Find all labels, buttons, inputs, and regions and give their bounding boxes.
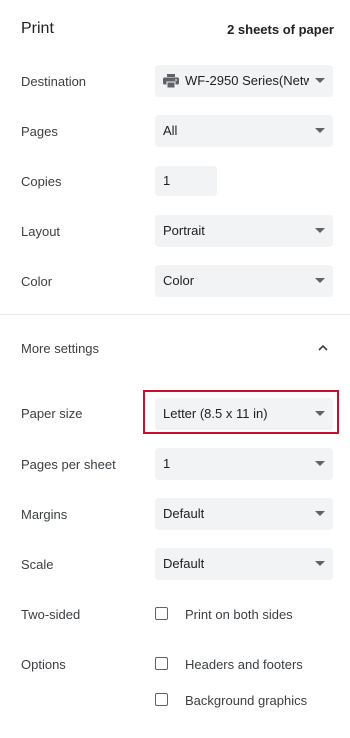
two-sided-label: Two-sided xyxy=(21,607,81,622)
margins-value: Default xyxy=(163,506,205,521)
options-label: Options xyxy=(21,657,66,672)
pages-per-sheet-value: 1 xyxy=(163,456,171,471)
scale-label: Scale xyxy=(21,557,54,572)
layout-label: Layout xyxy=(21,224,61,239)
destination-label: Destination xyxy=(21,74,87,89)
pages-select[interactable]: All xyxy=(155,115,333,147)
page-title: Print xyxy=(21,20,54,37)
chevron-down-icon xyxy=(315,461,325,466)
paper-size-label: Paper size xyxy=(21,406,83,421)
chevron-down-icon xyxy=(315,78,325,83)
copies-label: Copies xyxy=(21,174,62,189)
section-divider xyxy=(0,314,350,315)
paper-size-highlight xyxy=(143,390,339,434)
scale-value: Default xyxy=(163,556,205,571)
layout-value: Portrait xyxy=(163,223,205,238)
chevron-down-icon xyxy=(315,228,325,233)
printer-icon xyxy=(163,73,179,88)
destination-value: WF-2950 Series(Network) xyxy=(185,73,309,88)
headers-footers-label[interactable]: Headers and footers xyxy=(185,657,303,672)
pages-value: All xyxy=(163,123,178,138)
pages-per-sheet-label: Pages per sheet xyxy=(21,457,116,472)
scale-select[interactable]: Default xyxy=(155,548,333,580)
more-settings-label[interactable]: More settings xyxy=(21,341,99,356)
color-label: Color xyxy=(21,274,53,289)
chevron-down-icon xyxy=(315,128,325,133)
sheet-count: 2 sheets of paper xyxy=(227,22,334,37)
headers-footers-checkbox[interactable] xyxy=(155,657,168,670)
chevron-down-icon xyxy=(315,278,325,283)
background-graphics-label[interactable]: Background graphics xyxy=(185,693,307,708)
pages-label: Pages xyxy=(21,124,58,139)
copies-input[interactable]: 1 xyxy=(155,166,217,196)
color-select[interactable]: Color xyxy=(155,265,333,297)
destination-select[interactable]: WF-2950 Series(Network) xyxy=(155,65,333,97)
chevron-up-icon[interactable] xyxy=(316,341,330,355)
color-value: Color xyxy=(163,273,195,288)
two-sided-option-label[interactable]: Print on both sides xyxy=(185,607,293,622)
chevron-down-icon xyxy=(315,561,325,566)
print-header: Print 2 sheets of paper xyxy=(0,0,350,60)
margins-label: Margins xyxy=(21,507,68,522)
background-graphics-checkbox[interactable] xyxy=(155,693,168,706)
chevron-down-icon xyxy=(315,511,325,516)
pages-per-sheet-select[interactable]: 1 xyxy=(155,448,333,480)
two-sided-checkbox[interactable] xyxy=(155,607,168,620)
layout-select[interactable]: Portrait xyxy=(155,215,333,247)
margins-select[interactable]: Default xyxy=(155,498,333,530)
